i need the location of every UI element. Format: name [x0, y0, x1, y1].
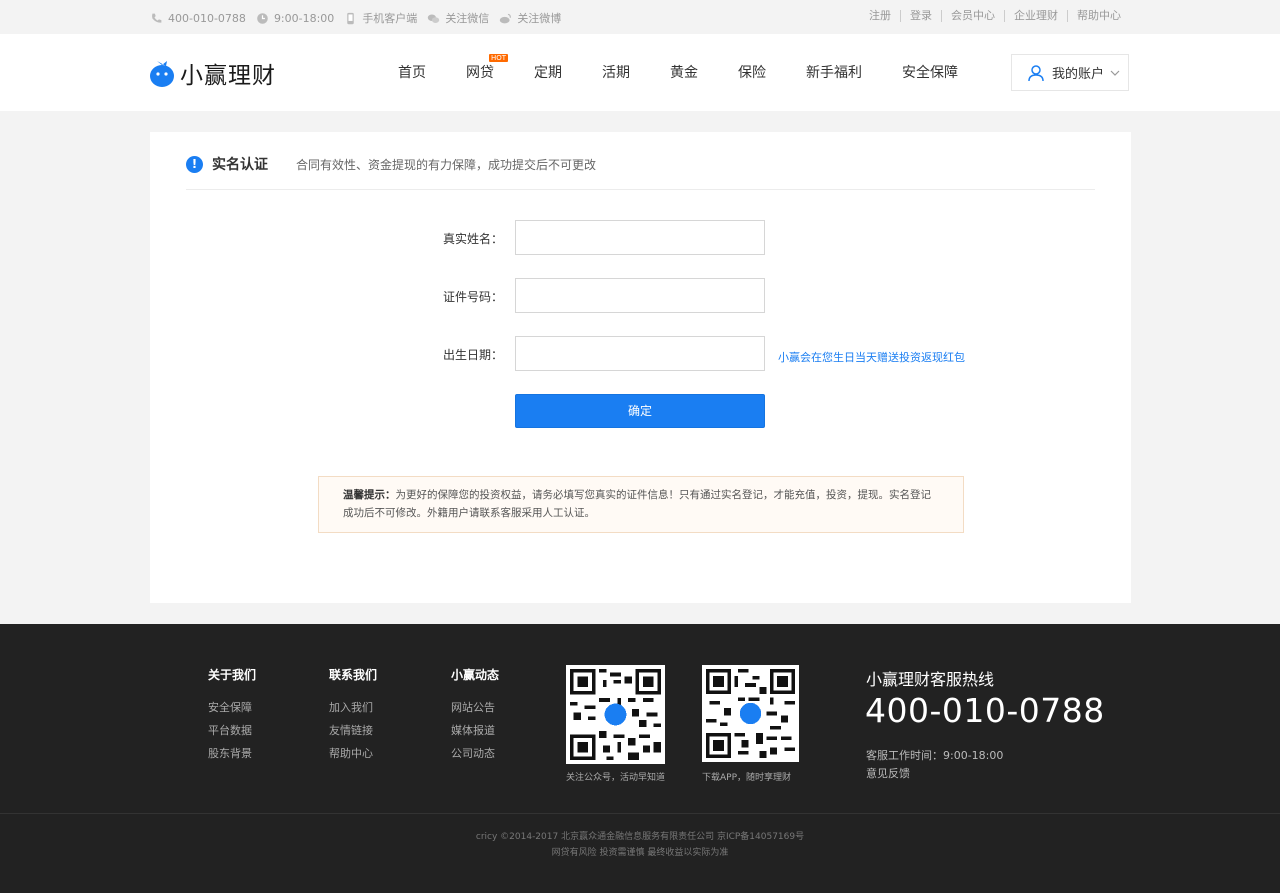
nav-insurance-label: 保险	[738, 65, 766, 81]
panel-header: ! 实名认证 合同有效性、资金提现的有力保障，成功提交后不可更改	[186, 154, 596, 174]
clock-icon	[257, 12, 268, 24]
nav-newbie-label: 新手福利	[806, 65, 862, 81]
hours-info: 9:00-18:00	[256, 12, 334, 25]
footer-link[interactable]: 股东背景	[208, 745, 256, 761]
weibo-icon	[500, 13, 512, 23]
footer-link[interactable]: 帮助中心	[329, 745, 377, 761]
wechat-link[interactable]: 关注微信	[427, 10, 489, 26]
footer-divider	[0, 813, 1280, 814]
hotline-hours: 客服工作时间：9:00-18:00	[866, 749, 1004, 762]
footer-link[interactable]: 友情链接	[329, 722, 377, 738]
footer-col-title: 关于我们	[208, 668, 257, 682]
top-links: 注册 登录 会员中心 企业理财 帮助中心	[860, 10, 1130, 22]
nav-security[interactable]: 安全保障	[882, 62, 978, 82]
footer-col-contact: 联系我们 加入我们 友情链接 帮助中心	[329, 666, 377, 768]
id-number-input[interactable]	[515, 278, 765, 313]
help-center-link[interactable]: 帮助中心	[1067, 10, 1130, 22]
hotline-number: 400-010-0788	[865, 691, 1105, 730]
footer-col-about: 关于我们 安全保障 平台数据 股东背景	[208, 666, 256, 768]
mobile-client-label: 手机客户端	[362, 12, 418, 25]
birth-label: 出生日期：	[442, 348, 503, 362]
risk-warning-text: 网贷有风险 投资需谨慎 最终收益以实际为准	[551, 848, 729, 858]
footer-col-title: 小赢动态	[451, 668, 500, 682]
qr-code-icon	[570, 669, 661, 760]
logo-mascot-icon	[150, 61, 174, 87]
name-label: 真实姓名：	[442, 232, 503, 246]
nav-current-label: 活期	[602, 65, 630, 81]
enterprise-link[interactable]: 企业理财	[1004, 10, 1067, 22]
qr1-caption: 关注公众号，活动早知道	[566, 773, 666, 783]
hotline-title: 小赢理财客服热线	[866, 670, 995, 689]
phone-info: 400-010-0788	[150, 12, 246, 25]
id-row: 证件号码：	[150, 278, 1131, 314]
hot-badge: HOT	[488, 54, 508, 62]
notice-body: 为更好的保障您的投资权益，请务必填写您真实的证件信息！只有通过实名登记，才能充值…	[343, 489, 931, 519]
page-title: 实名认证	[212, 157, 268, 173]
account-label: 我的账户	[1052, 67, 1105, 82]
member-center-link[interactable]: 会员中心	[941, 10, 1004, 22]
copyright-text: cricy ©2014-2017 北京赢众通金融信息服务有限责任公司 京ICP备…	[475, 832, 805, 842]
wechat-label: 关注微信	[445, 12, 490, 25]
footer-link[interactable]: 公司动态	[451, 745, 499, 761]
mobile-client-link[interactable]: 手机客户端	[344, 10, 417, 26]
weibo-link[interactable]: 关注微博	[499, 10, 561, 26]
notice-title: 温馨提示：	[343, 489, 396, 501]
weibo-label: 关注微博	[517, 12, 562, 25]
nav-home-label: 首页	[398, 65, 426, 81]
nav-gold[interactable]: 黄金	[650, 62, 718, 82]
nav-home[interactable]: 首页	[378, 62, 446, 82]
footer-link[interactable]: 加入我们	[329, 699, 377, 715]
register-link[interactable]: 注册	[860, 10, 900, 22]
phone-number: 400-010-0788	[168, 11, 246, 25]
name-row: 真实姓名：	[150, 220, 1131, 256]
footer-link[interactable]: 安全保障	[208, 699, 256, 715]
logo-text: 小赢理财	[180, 63, 276, 89]
footer-link[interactable]: 媒体报道	[451, 722, 499, 738]
verification-panel: ! 实名认证 合同有效性、资金提现的有力保障，成功提交后不可更改 真实姓名： 证…	[150, 132, 1131, 603]
my-account-button[interactable]: 我的账户	[1011, 54, 1129, 91]
feedback-link[interactable]: 意见反馈	[866, 765, 910, 781]
mobile-icon	[347, 12, 355, 24]
page-subtitle: 合同有效性、资金提现的有力保障，成功提交后不可更改	[296, 157, 597, 172]
nav-newbie[interactable]: 新手福利	[786, 62, 882, 82]
birth-date-input[interactable]	[515, 336, 765, 371]
hours-text: 9:00-18:00	[273, 11, 335, 25]
chevron-down-icon	[1110, 70, 1120, 76]
nav-current[interactable]: 活期	[582, 62, 650, 82]
footer-link[interactable]: 平台数据	[208, 722, 256, 738]
wechat-qr-code	[566, 665, 665, 764]
login-link[interactable]: 登录	[900, 10, 941, 22]
nav-p2p[interactable]: 网贷 HOT	[446, 54, 514, 82]
site-footer: 关于我们 安全保障 平台数据 股东背景 联系我们 加入我们 友情链接 帮助中心 …	[0, 624, 1280, 893]
birth-row: 出生日期： 小赢会在您生日当天赠送投资返现红包	[150, 336, 1131, 372]
nav-p2p-label: 网贷	[466, 65, 494, 81]
phone-icon	[152, 13, 162, 23]
main-nav: 首页 网贷 HOT 定期 活期 黄金 保险 新手福利 安全保障	[378, 54, 978, 82]
nav-insurance[interactable]: 保险	[718, 62, 786, 82]
nav-security-label: 安全保障	[902, 65, 958, 81]
footer-link[interactable]: 网站公告	[451, 699, 499, 715]
nav-gold-label: 黄金	[670, 65, 698, 81]
footer-col-title: 联系我们	[329, 668, 378, 682]
birthday-hint: 小赢会在您生日当天赠送投资返现红包	[778, 351, 965, 364]
divider	[186, 189, 1095, 190]
footer-col-news: 小赢动态 网站公告 媒体报道 公司动态	[451, 666, 499, 768]
nav-fixed-label: 定期	[534, 65, 562, 81]
qr-code-icon	[706, 669, 795, 758]
nav-fixed[interactable]: 定期	[514, 62, 582, 82]
app-qr-code	[702, 665, 799, 762]
id-label: 证件号码：	[442, 290, 503, 304]
alert-icon: !	[186, 155, 203, 173]
notice-box: 温馨提示：为更好的保障您的投资权益，请务必填写您真实的证件信息！只有通过实名登记…	[318, 476, 964, 533]
wechat-icon	[428, 13, 440, 23]
real-name-input[interactable]	[515, 220, 765, 255]
logo[interactable]: 小赢理财	[148, 56, 276, 90]
confirm-button[interactable]: 确定	[515, 394, 765, 428]
user-icon	[1028, 64, 1044, 81]
site-header: 小赢理财 首页 网贷 HOT 定期 活期 黄金 保险 新手福利 安全保障 我的账户	[0, 34, 1280, 111]
top-utility-bar: 400-010-0788 9:00-18:00 手机客户端 关注微信 关注微博 …	[0, 0, 1280, 34]
qr2-caption: 下载APP，随时享理财	[702, 773, 792, 783]
